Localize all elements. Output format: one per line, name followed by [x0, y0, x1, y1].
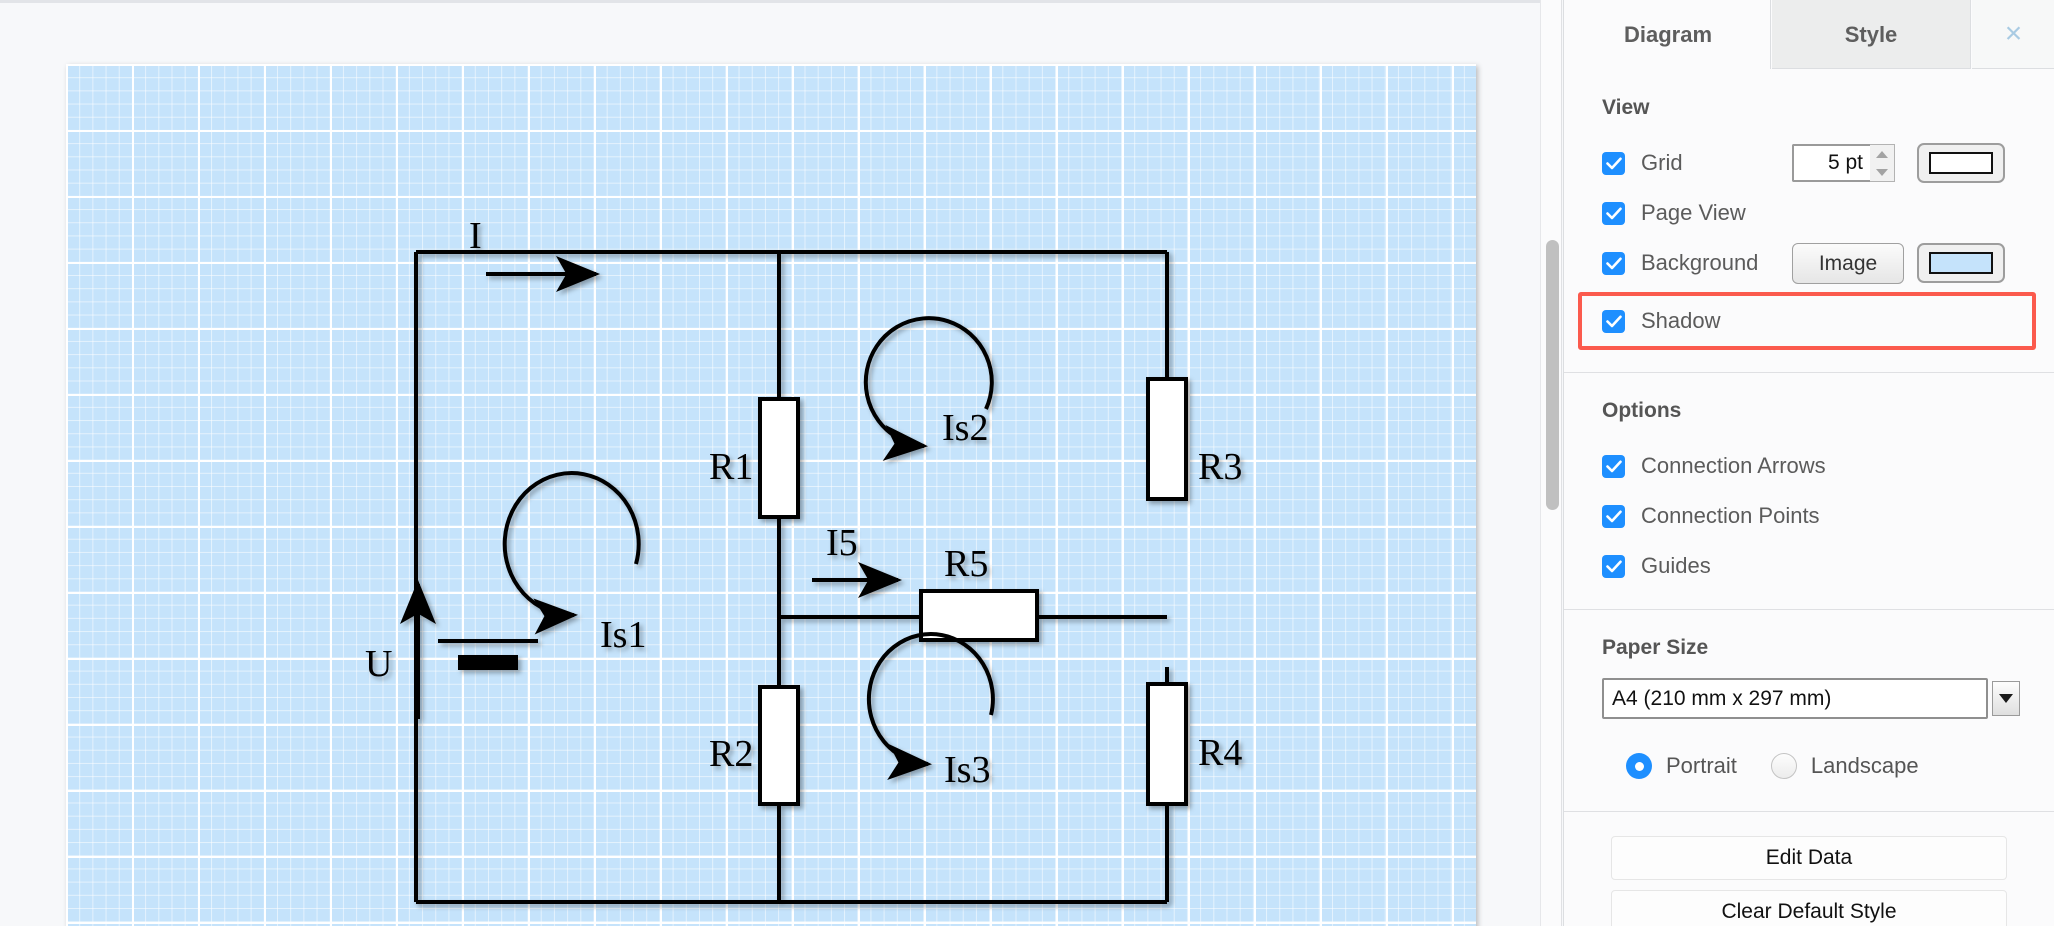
guides-row: Guides: [1564, 541, 2054, 591]
tab-diagram[interactable]: Diagram: [1566, 0, 1771, 69]
paper-size-select[interactable]: A4 (210 mm x 297 mm): [1602, 678, 1988, 719]
circuit-schematic[interactable]: I I5 U R1 R2 R3 R4 R5 Is1 Is2 Is3: [66, 64, 1476, 926]
connection-points-label: Connection Points: [1641, 503, 1820, 528]
stepper-up-icon[interactable]: [1870, 145, 1894, 163]
edit-data-button[interactable]: Edit Data: [1611, 836, 2007, 880]
close-icon-glyph: ×: [2004, 17, 2023, 50]
background-label: Background: [1641, 250, 1759, 275]
view-section: View Grid 5 pt Page View Background Imag…: [1564, 96, 2054, 373]
canvas-vertical-scrollbar[interactable]: [1540, 0, 1562, 926]
paper-size-title: Paper Size: [1602, 636, 1709, 659]
background-row: Background Image: [1564, 238, 2054, 288]
options-section-title: Options: [1602, 399, 1682, 422]
connection-points-row: Connection Points: [1564, 491, 2054, 541]
tab-style[interactable]: Style: [1772, 0, 1971, 69]
shadow-checkbox[interactable]: [1602, 309, 1625, 333]
diagram-page[interactable]: I I5 U R1 R2 R3 R4 R5 Is1 Is2 Is3: [66, 64, 1476, 926]
svg-text:R2: R2: [709, 733, 753, 775]
grid-size-stepper-buttons[interactable]: [1870, 144, 1895, 182]
stepper-down-icon[interactable]: [1870, 163, 1894, 181]
orientation-row: Portrait Landscape: [1564, 743, 2054, 789]
view-section-title: View: [1602, 96, 1650, 119]
background-color-preview: [1929, 252, 1993, 274]
page-view-row: Page View: [1564, 188, 2054, 238]
svg-text:R3: R3: [1198, 446, 1242, 488]
svg-text:R5: R5: [944, 543, 988, 585]
circuit-geometry: I I5 U R1 R2 R3 R4 R5 Is1 Is2 Is3: [365, 215, 1242, 904]
svg-text:R4: R4: [1198, 732, 1242, 774]
paper-size-section: Paper Size A4 (210 mm x 297 mm) Portrait…: [1564, 636, 2054, 812]
landscape-label: Landscape: [1810, 753, 1919, 778]
landscape-radio[interactable]: [1770, 753, 1797, 779]
grid-size-stepper[interactable]: 5 pt: [1792, 144, 1895, 182]
paper-size-select-wrap[interactable]: A4 (210 mm x 297 mm): [1602, 678, 2024, 719]
shadow-label: Shadow: [1641, 308, 1721, 333]
page-view-checkbox[interactable]: [1602, 201, 1625, 225]
svg-text:I: I: [469, 215, 482, 257]
svg-text:U: U: [365, 643, 392, 685]
shadow-row-highlight: Shadow: [1578, 292, 2036, 350]
guides-label: Guides: [1641, 553, 1711, 578]
tab-diagram-label: Diagram: [1623, 22, 1713, 47]
svg-text:I5: I5: [826, 522, 858, 564]
grid-checkbox[interactable]: [1602, 151, 1625, 175]
tab-style-label: Style: [1844, 22, 1898, 47]
connection-arrows-row: Connection Arrows: [1564, 441, 2054, 491]
close-icon[interactable]: ×: [1972, 0, 2054, 69]
grid-label: Grid: [1641, 150, 1683, 175]
svg-text:Is2: Is2: [942, 407, 988, 449]
format-panel-tabbar: Diagram Style ×: [1564, 0, 2054, 70]
canvas-area[interactable]: I I5 U R1 R2 R3 R4 R5 Is1 Is2 Is3: [0, 0, 1540, 926]
canvas-top-divider: [0, 0, 1540, 3]
background-image-button[interactable]: Image: [1792, 243, 1904, 284]
options-section: Options Connection Arrows Connection Poi…: [1564, 399, 2054, 610]
svg-text:R1: R1: [709, 446, 753, 488]
grid-color-preview: [1929, 152, 1993, 174]
grid-color-swatch[interactable]: [1917, 143, 2005, 183]
clear-default-style-button[interactable]: Clear Default Style: [1611, 890, 2007, 926]
scrollbar-thumb[interactable]: [1546, 240, 1559, 510]
actions-section: Edit Data Clear Default Style: [1564, 812, 2054, 926]
diagram-editor-window: I I5 U R1 R2 R3 R4 R5 Is1 Is2 Is3 Diagra…: [0, 0, 2054, 926]
grid-size-input[interactable]: 5 pt: [1792, 144, 1870, 182]
svg-text:Is3: Is3: [944, 749, 990, 791]
connection-points-checkbox[interactable]: [1602, 504, 1625, 528]
connection-arrows-checkbox[interactable]: [1602, 454, 1625, 478]
format-panel: Diagram Style × View Grid 5 pt Page View…: [1563, 0, 2054, 926]
shadow-row: Shadow: [1582, 296, 2032, 346]
background-color-swatch[interactable]: [1917, 243, 2005, 283]
grid-row: Grid 5 pt: [1564, 138, 2054, 188]
svg-text:Is1: Is1: [600, 614, 646, 656]
portrait-radio[interactable]: [1626, 753, 1652, 779]
background-checkbox[interactable]: [1602, 251, 1625, 275]
page-view-label: Page View: [1641, 200, 1746, 225]
chevron-down-icon: [1992, 681, 2020, 716]
portrait-label: Portrait: [1666, 753, 1737, 778]
guides-checkbox[interactable]: [1602, 554, 1625, 578]
connection-arrows-label: Connection Arrows: [1641, 453, 1826, 478]
